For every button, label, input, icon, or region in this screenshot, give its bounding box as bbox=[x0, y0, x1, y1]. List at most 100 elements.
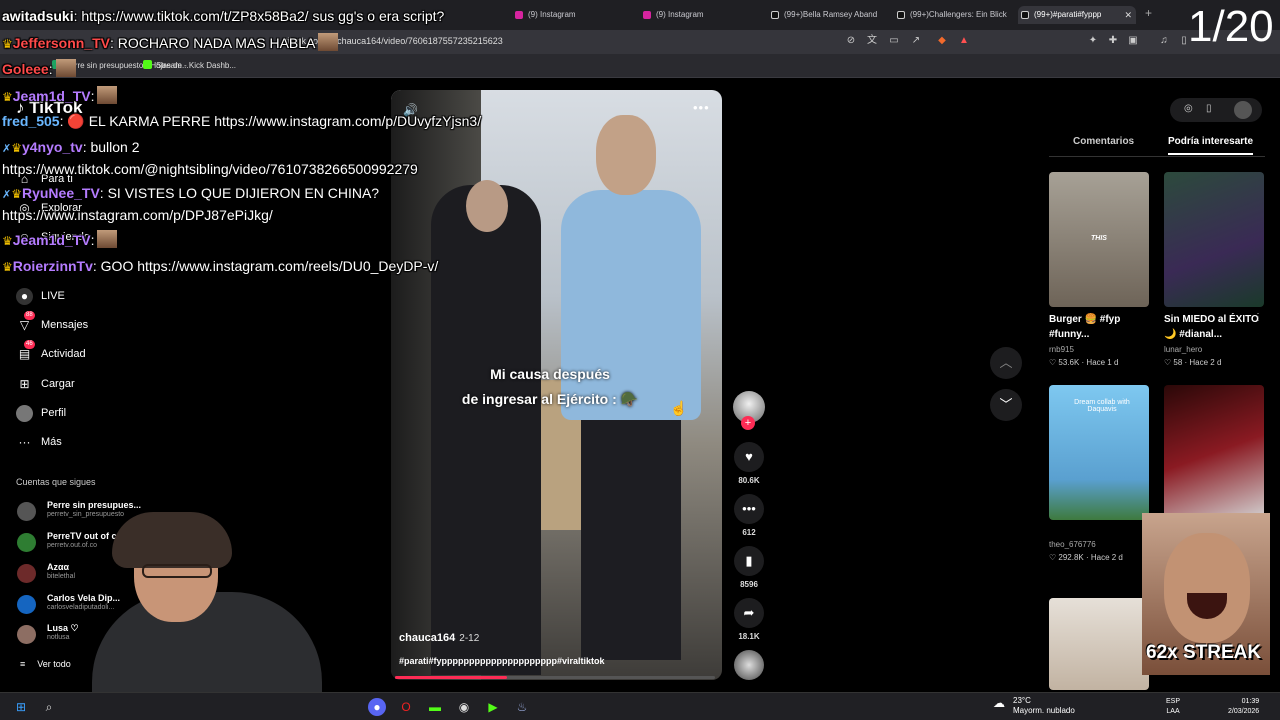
tab-instagram-2[interactable]: (9) Instagram bbox=[640, 6, 760, 24]
app-icon[interactable]: ▬ bbox=[426, 698, 444, 716]
nav-live[interactable]: ● LIVE bbox=[16, 286, 65, 306]
kick-icon[interactable]: ▶ bbox=[484, 698, 502, 716]
nav-activity[interactable]: ▤ 46 Actividad bbox=[16, 339, 86, 364]
tab-comments[interactable]: Comentarios bbox=[1073, 136, 1134, 147]
instagram-icon bbox=[643, 11, 651, 19]
card-user[interactable]: rnb915 bbox=[1049, 345, 1074, 354]
more-icon: ··· bbox=[18, 434, 31, 449]
messages-icon: ▽ 88 bbox=[19, 310, 35, 332]
comment-icon: ••• bbox=[734, 494, 764, 524]
video-thumbnail[interactable] bbox=[1164, 385, 1264, 520]
card-user[interactable]: lunar_hero bbox=[1164, 345, 1202, 354]
mouse-cursor-icon: ☝ bbox=[670, 400, 688, 416]
target-icon[interactable]: ◎ bbox=[1184, 103, 1193, 114]
heart-icon: ♥ bbox=[734, 442, 764, 472]
next-video-button[interactable]: ﹀ bbox=[990, 389, 1022, 421]
cast-icon[interactable]: ▭ bbox=[888, 35, 900, 47]
user-avatar[interactable] bbox=[1234, 101, 1252, 119]
share-button[interactable]: ➦ 18.1K bbox=[731, 598, 767, 641]
comment-button[interactable]: ••• 612 bbox=[731, 494, 767, 537]
chat-message: ♛Jeam1d_TV: bbox=[2, 86, 118, 106]
previous-video-button[interactable]: ︿ bbox=[990, 347, 1022, 379]
card-title[interactable]: Burger 🍔 #fyp #funny... bbox=[1049, 312, 1149, 342]
video-hashtags[interactable]: #parati#fyppppppppppppppppppppp#viraltik… bbox=[399, 656, 605, 666]
video-caption: Mi causa después de ingresar al Ejército … bbox=[461, 366, 639, 407]
live-icon: ● bbox=[16, 287, 33, 305]
bookmarks-bar: Perre sin presupuesto - Hojas de... Stre… bbox=[0, 54, 1280, 78]
rewards-icon[interactable]: ▲ bbox=[958, 35, 970, 47]
video-thumbnail[interactable]: THIS bbox=[1049, 172, 1149, 307]
share-arrow-icon: ➦ bbox=[734, 598, 764, 628]
tab-instagram-1[interactable]: (9) Instagram bbox=[512, 6, 632, 24]
nav-upload[interactable]: ⊞ Cargar bbox=[16, 374, 74, 394]
windows-start-icon[interactable]: ⊞ bbox=[12, 698, 30, 716]
follow-plus-icon[interactable]: + bbox=[741, 416, 755, 430]
streak-text: 62x STREAK bbox=[1146, 642, 1262, 663]
emote-image bbox=[97, 86, 118, 104]
tiktok-icon bbox=[1021, 11, 1029, 19]
crown-badge-icon: ♛ bbox=[11, 187, 22, 201]
nav-messages[interactable]: ▽ 88 Mensajes bbox=[16, 310, 88, 335]
steam-icon[interactable]: ♨ bbox=[513, 698, 531, 716]
right-panel-toolbar: ◎ ▯ bbox=[1170, 98, 1262, 122]
video-thumbnail[interactable]: Dream collab with Daquavis bbox=[1049, 385, 1149, 520]
search-icon[interactable]: ⌕ bbox=[40, 698, 58, 716]
like-button[interactable]: ♥ 80.6K bbox=[731, 442, 767, 485]
chat-message: ✗♛y4nyo_tv: bullon 2 bbox=[2, 139, 140, 155]
tab-you-may-like[interactable]: Podría interesarte bbox=[1168, 136, 1254, 155]
cloud-icon: ☁ bbox=[993, 696, 1005, 710]
crown-badge-icon: ♛ bbox=[2, 37, 13, 51]
obs-icon[interactable]: ◉ bbox=[455, 698, 473, 716]
chat-message: ✗♛RyuNee_TV: SI VISTES LO QUE DIJIERON E… bbox=[2, 185, 380, 201]
chat-message: ♛RoierzinnTv: GOO https://www.instagram.… bbox=[2, 258, 439, 274]
video-progress-bar[interactable] bbox=[395, 676, 715, 679]
screenshot-icon[interactable]: ▣ bbox=[1127, 35, 1139, 47]
crown-badge-icon: ♛ bbox=[2, 260, 13, 274]
video-thumbnail[interactable] bbox=[1049, 598, 1149, 690]
video-scene bbox=[431, 185, 541, 675]
tab-challengers[interactable]: (99+)Challengers: Ein Blick bbox=[894, 6, 1014, 24]
following-title: Cuentas que sigues bbox=[16, 477, 96, 487]
activity-badge: 46 bbox=[24, 339, 35, 349]
chat-message: ♛Jeffersonn_TV: ROCHARO NADA MAS HABLA bbox=[2, 33, 339, 53]
bookmark-kick[interactable]: Stream - Kick Dashb... bbox=[143, 60, 236, 70]
new-tab-button[interactable]: + bbox=[1145, 6, 1152, 20]
webcam-scene bbox=[142, 564, 212, 578]
streak-scene bbox=[1164, 533, 1250, 643]
opera-icon[interactable]: O bbox=[397, 698, 415, 716]
avatar bbox=[17, 502, 36, 521]
screen: (9) Instagram (9) Instagram (99+)Bella R… bbox=[0, 0, 1280, 720]
tab-bella-ramsey[interactable]: (99+)Bella Ramsey Aband bbox=[768, 6, 888, 24]
discord-icon[interactable]: ● bbox=[368, 698, 386, 716]
no-camera-icon[interactable]: ⊘ bbox=[845, 35, 857, 47]
close-tab-icon[interactable]: ✕ bbox=[1124, 6, 1132, 24]
weather-widget[interactable]: ☁ 23°C Mayorm. nublado bbox=[993, 696, 1075, 716]
more-options-icon[interactable]: ••• bbox=[693, 100, 710, 115]
chat-message: ♛Jeam1d_TV: bbox=[2, 230, 118, 250]
webcam-scene bbox=[112, 512, 232, 568]
share-icon[interactable]: ↗ bbox=[910, 35, 922, 47]
upload-icon: ⊞ bbox=[19, 376, 30, 391]
see-all-link[interactable]: ≡ Ver todo bbox=[20, 659, 71, 669]
nav-profile[interactable]: Perfil bbox=[16, 403, 66, 423]
music-icon[interactable]: ♫ bbox=[1158, 35, 1170, 47]
chat-message: fred_505: 🔴 EL KARMA PERRE https://www.i… bbox=[2, 113, 482, 129]
language-indicator[interactable]: ESP LAA bbox=[1166, 697, 1180, 717]
card-more-icon[interactable]: ⋮ bbox=[1253, 312, 1263, 323]
music-disc-icon[interactable] bbox=[734, 650, 764, 680]
card-user[interactable]: theo_676776 bbox=[1049, 540, 1096, 549]
extensions-icon[interactable]: ✦ bbox=[1087, 35, 1099, 47]
nav-more[interactable]: ··· Más bbox=[16, 432, 62, 452]
system-clock[interactable]: 01:39 2/03/2026 bbox=[1228, 697, 1259, 717]
puzzle-icon[interactable]: ✚ bbox=[1107, 35, 1119, 47]
brave-shield-icon[interactable]: ◆ bbox=[936, 35, 948, 47]
card-title[interactable]: Sin MIEDO al ÉXITO 🌙 #dianal... bbox=[1164, 312, 1264, 342]
save-button[interactable]: ▮ 8596 bbox=[731, 546, 767, 589]
video-scene bbox=[466, 180, 508, 232]
tab-active-tiktok[interactable]: (99+)#parati#fyppp ✕ bbox=[1018, 6, 1136, 24]
phone-icon[interactable]: ▯ bbox=[1206, 103, 1212, 114]
video-thumbnail[interactable] bbox=[1164, 172, 1264, 307]
tiktok-icon bbox=[771, 11, 779, 19]
translate-icon[interactable]: 文 bbox=[866, 35, 878, 47]
video-author[interactable]: chauca164 2-12 bbox=[399, 632, 479, 644]
